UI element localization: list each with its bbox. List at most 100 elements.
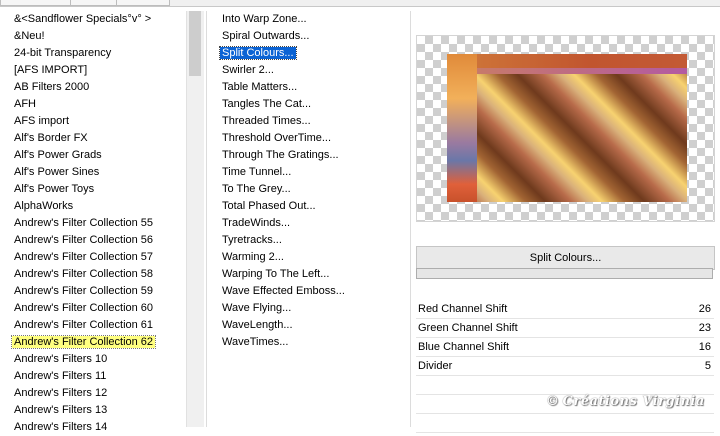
list-item[interactable]: Wave Flying... xyxy=(220,300,347,317)
list-item-label: Andrew's Filter Collection 56 xyxy=(14,234,154,246)
list-item[interactable]: &Neu! xyxy=(12,28,155,45)
list-item[interactable]: To The Grey... xyxy=(220,181,347,198)
effect-name-button[interactable]: Split Colours... xyxy=(416,246,715,270)
parameter-row-empty xyxy=(416,414,714,433)
list-item[interactable]: Andrew's Filters 11 xyxy=(12,368,155,385)
parameter-row[interactable]: Green Channel Shift 23 xyxy=(416,319,714,338)
list-item[interactable]: WaveLength... xyxy=(220,317,347,334)
list-item-label: Andrew's Filter Collection 55 xyxy=(14,217,154,229)
list-item[interactable]: 24-bit Transparency xyxy=(12,45,155,62)
parameter-row[interactable]: Blue Channel Shift 16 xyxy=(416,338,714,357)
list-item[interactable]: Andrew's Filter Collection 61 xyxy=(12,317,155,334)
list-item-label: AlphaWorks xyxy=(14,200,74,212)
list-item-label: Split Colours... xyxy=(219,46,297,60)
list-item[interactable]: AFH xyxy=(12,96,155,113)
list-item[interactable]: Andrew's Filter Collection 62 xyxy=(10,334,157,351)
parameter-name: Green Channel Shift xyxy=(418,322,518,334)
list-item-label: [AFS IMPORT] xyxy=(14,64,88,76)
filter-list-scrollbar[interactable] xyxy=(186,11,204,427)
list-item[interactable]: Through The Gratings... xyxy=(220,147,347,164)
scrollbar-thumb[interactable] xyxy=(189,11,201,76)
list-item[interactable]: Tangles The Cat... xyxy=(220,96,347,113)
list-item-label: 24-bit Transparency xyxy=(14,47,112,59)
list-item[interactable]: Andrew's Filters 10 xyxy=(12,351,155,368)
list-item[interactable]: Alf's Power Toys xyxy=(12,181,155,198)
list-item[interactable]: &<Sandflower Specials°v° > xyxy=(12,11,155,28)
list-item-label: AFS import xyxy=(14,115,70,127)
divider xyxy=(410,11,411,427)
list-item[interactable]: Threshold OverTime... xyxy=(220,130,347,147)
list-item-label: Total Phased Out... xyxy=(222,200,316,212)
tab-strip xyxy=(0,0,720,7)
parameter-row[interactable]: Red Channel Shift 26 xyxy=(416,300,714,319)
list-item-label: Spiral Outwards... xyxy=(222,30,310,42)
list-item[interactable]: Andrew's Filter Collection 55 xyxy=(12,215,155,232)
parameter-value[interactable]: 23 xyxy=(699,319,711,337)
list-item[interactable]: AFS import xyxy=(12,113,155,130)
list-item[interactable]: AlphaWorks xyxy=(12,198,155,215)
list-item[interactable]: Into Warp Zone... xyxy=(220,11,347,28)
list-item[interactable]: Warping To The Left... xyxy=(220,266,347,283)
list-item-label: Alf's Power Sines xyxy=(14,166,100,178)
parameter-name: Blue Channel Shift xyxy=(418,341,510,353)
list-item[interactable]: Andrew's Filters 12 xyxy=(12,385,155,402)
list-item[interactable]: Tyretracks... xyxy=(220,232,347,249)
list-item-label: Andrew's Filters 11 xyxy=(14,370,107,382)
list-item[interactable]: Threaded Times... xyxy=(220,113,347,130)
list-item[interactable]: Alf's Power Grads xyxy=(12,147,155,164)
list-item[interactable]: Andrew's Filter Collection 59 xyxy=(12,283,155,300)
list-item-label: Tyretracks... xyxy=(222,234,282,246)
list-item[interactable]: Andrew's Filter Collection 56 xyxy=(12,232,155,249)
list-item-label: To The Grey... xyxy=(222,183,291,195)
list-item-label: Andrew's Filters 14 xyxy=(14,421,108,433)
list-item[interactable]: [AFS IMPORT] xyxy=(12,62,155,79)
watermark: © Créations Virginia xyxy=(546,394,705,409)
list-item[interactable]: Total Phased Out... xyxy=(220,198,347,215)
list-item[interactable]: Andrew's Filter Collection 57 xyxy=(12,249,155,266)
parameter-name: Red Channel Shift xyxy=(418,303,508,315)
list-item-label: Alf's Power Toys xyxy=(14,183,95,195)
list-item-label: Tangles The Cat... xyxy=(222,98,312,110)
list-item-label: Wave Flying... xyxy=(222,302,292,314)
list-item[interactable]: TradeWinds... xyxy=(220,215,347,232)
preview-image xyxy=(447,54,687,202)
list-item[interactable]: Wave Effected Emboss... xyxy=(220,283,347,300)
list-item[interactable]: Warming 2... xyxy=(220,249,347,266)
list-item-label: Andrew's Filter Collection 58 xyxy=(14,268,154,280)
filter-list[interactable]: &<Sandflower Specials°v° > &Neu! 24-bit Tr… xyxy=(10,11,157,436)
list-item-label: AFH xyxy=(14,98,36,110)
list-item[interactable]: Table Matters... xyxy=(220,79,347,96)
list-item-label: Andrew's Filter Collection 60 xyxy=(14,302,154,314)
list-item-label: Alf's Border FX xyxy=(14,132,88,144)
divider xyxy=(206,11,207,427)
list-item-label: Andrew's Filter Collection 62 xyxy=(10,335,157,349)
list-item-label: WaveLength... xyxy=(222,319,293,331)
list-item[interactable]: Andrew's Filters 13 xyxy=(12,402,155,419)
list-item[interactable]: Andrew's Filter Collection 60 xyxy=(12,300,155,317)
list-item[interactable]: AB Filters 2000 xyxy=(12,79,155,96)
list-item[interactable]: Spiral Outwards... xyxy=(220,28,347,45)
list-item-label: Through The Gratings... xyxy=(222,149,339,161)
list-item[interactable]: Split Colours... xyxy=(219,45,347,62)
parameter-row[interactable]: Divider 5 xyxy=(416,357,714,376)
list-item[interactable]: Andrew's Filters 14 xyxy=(12,419,155,436)
list-item[interactable]: WaveTimes... xyxy=(220,334,347,351)
list-item-label: Andrew's Filter Collection 61 xyxy=(14,319,154,331)
list-item-label: Table Matters... xyxy=(222,81,298,93)
effect-list[interactable]: Into Warp Zone... Spiral Outwards... Split… xyxy=(219,11,347,351)
parameter-value[interactable]: 26 xyxy=(699,300,711,318)
list-item-label: WaveTimes... xyxy=(222,336,289,348)
parameter-row-empty xyxy=(416,376,714,395)
parameter-value[interactable]: 16 xyxy=(699,338,711,356)
list-item-label: Time Tunnel... xyxy=(222,166,292,178)
list-item[interactable]: Swirler 2... xyxy=(220,62,347,79)
list-item-label: Into Warp Zone... xyxy=(222,13,307,25)
list-item-label: Andrew's Filter Collection 57 xyxy=(14,251,154,263)
list-item[interactable]: Alf's Border FX xyxy=(12,130,155,147)
list-item[interactable]: Andrew's Filter Collection 58 xyxy=(12,266,155,283)
list-item-label: Andrew's Filters 12 xyxy=(14,387,108,399)
list-item[interactable]: Time Tunnel... xyxy=(220,164,347,181)
parameter-value[interactable]: 5 xyxy=(705,357,711,375)
tab-about[interactable] xyxy=(116,0,170,6)
list-item[interactable]: Alf's Power Sines xyxy=(12,164,155,181)
